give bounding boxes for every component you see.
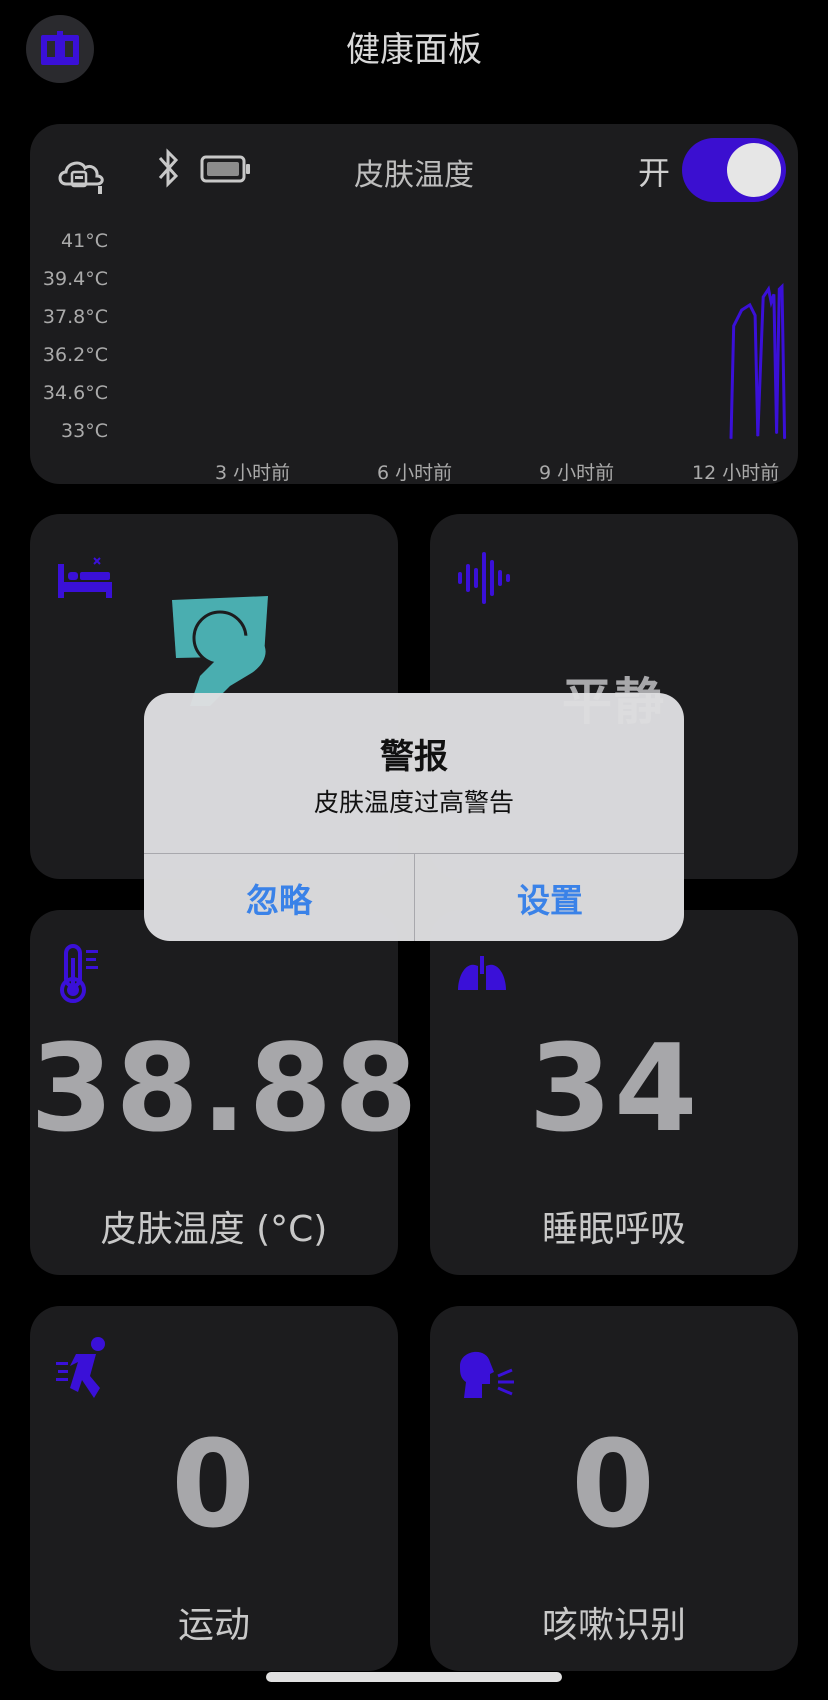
temperature-point — [741, 309, 743, 311]
temperature-point — [768, 288, 770, 290]
alert-title: 警报 — [380, 737, 448, 777]
thermometer-icon — [60, 944, 98, 1003]
y-tick-label: 34.6°C — [42, 382, 108, 404]
running-icon — [56, 1337, 105, 1398]
temperature-point — [757, 435, 759, 437]
monitor-toggle[interactable] — [682, 138, 786, 202]
x-tick-label: 6 小时前 — [377, 462, 453, 484]
sleeping-person-icon — [172, 596, 268, 706]
bed-icon — [58, 557, 112, 598]
temperature-point — [781, 286, 783, 287]
temperature-point — [762, 296, 764, 298]
ignore-button[interactable]: 忽略 — [144, 854, 414, 941]
temperature-series-line — [729, 283, 787, 439]
cough-label: 咳嗽识别 — [541, 1605, 686, 1646]
skin-temp-card: 皮肤温度 开 41°C 39.4°C 37.8°C 36.2°C 34.6°C … — [30, 124, 798, 484]
x-tick-label: 3 小时前 — [215, 462, 291, 484]
breathing-label: 睡眠呼吸 — [541, 1209, 686, 1250]
lungs-icon — [458, 956, 506, 990]
temperature-point — [754, 314, 756, 316]
breathing-tile[interactable]: 34 睡眠呼吸 — [430, 910, 798, 1275]
activity-value: 0 — [171, 1416, 257, 1555]
cough-icon — [460, 1351, 514, 1398]
alert-message: 皮肤温度过高警告 — [313, 788, 514, 817]
x-tick-label: 12 小时前 — [692, 462, 780, 484]
temperature-point — [730, 438, 732, 440]
cough-value: 0 — [571, 1416, 657, 1555]
x-tick-label: 9 小时前 — [539, 462, 615, 484]
temperature-point — [776, 433, 778, 434]
cough-tile[interactable]: 0 咳嗽识别 — [430, 1306, 798, 1671]
toggle-label: 开 — [637, 154, 670, 192]
temperature-point — [733, 325, 735, 327]
sound-wave-icon — [458, 552, 510, 604]
toggle-knob — [727, 143, 781, 197]
activity-label: 运动 — [177, 1605, 250, 1646]
y-tick-label: 37.8°C — [42, 306, 108, 328]
temperature-value: 38.88 — [30, 1020, 420, 1159]
y-tick-label: 39.4°C — [42, 268, 108, 290]
y-tick-label: 41°C — [61, 230, 108, 252]
temperature-point — [770, 301, 772, 303]
alert-dialog: 警报 皮肤温度过高警告 忽略 设置 — [144, 693, 684, 941]
temperature-tile[interactable]: 38.88 皮肤温度 (°C) — [30, 910, 420, 1275]
temperature-label: 皮肤温度 (°C) — [100, 1209, 328, 1250]
temperature-point — [749, 304, 751, 306]
page-title: 健康面板 — [346, 30, 482, 70]
temperature-point — [778, 288, 780, 290]
settings-button[interactable]: 设置 — [415, 854, 684, 941]
temperature-chart — [729, 283, 787, 440]
activity-tile[interactable]: 0 运动 — [30, 1306, 398, 1671]
temperature-point — [784, 438, 786, 440]
y-tick-label: 36.2°C — [42, 344, 108, 366]
home-indicator[interactable] — [266, 1672, 562, 1682]
breathing-value: 34 — [528, 1020, 700, 1159]
temperature-point — [773, 293, 775, 295]
y-tick-label: 33°C — [61, 420, 108, 442]
